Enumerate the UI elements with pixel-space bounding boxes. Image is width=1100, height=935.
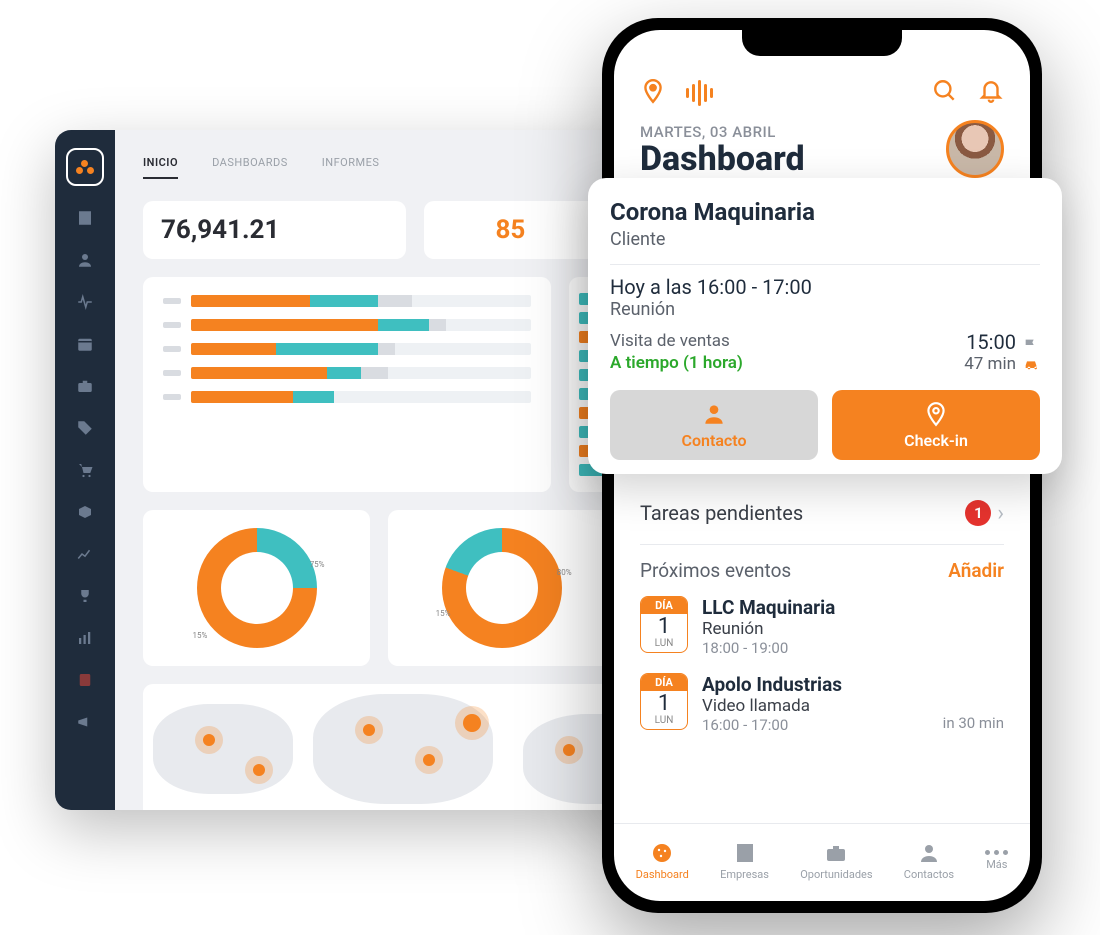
event-detail-card: Corona Maquinaria Cliente Hoy a las 16:0… <box>588 178 1062 474</box>
kpi-value: 76,941.21 <box>161 215 388 245</box>
card-company: Corona Maquinaria <box>610 198 1040 226</box>
event-time: 16:00 - 17:00 <box>702 716 929 734</box>
card-when: Hoy a las 16:00 - 17:00 <box>610 275 1040 299</box>
box-icon[interactable] <box>75 502 95 522</box>
tab-dashboards[interactable]: DASHBOARDS <box>212 156 288 179</box>
user-icon[interactable] <box>75 250 95 270</box>
megaphone-icon[interactable] <box>75 712 95 732</box>
events-section: Próximos eventos Añadir DÍA 1 LUN LLC Ma… <box>640 544 1004 734</box>
briefcase-icon[interactable] <box>75 376 95 396</box>
event-company: LLC Maquinaria <box>702 596 1004 619</box>
add-button[interactable]: Añadir <box>948 559 1004 582</box>
date-label: MARTES, 03 ABRIL <box>640 123 805 141</box>
pending-label: Tareas pendientes <box>640 501 803 525</box>
event-type: Video llamada <box>702 696 929 716</box>
event-eta: in 30 min <box>943 714 1004 732</box>
app-logo[interactable] <box>66 148 104 186</box>
event-time: 18:00 - 19:00 <box>702 639 1004 657</box>
tab-informes[interactable]: INFORMES <box>322 156 380 179</box>
page-title: Dashboard <box>640 141 805 178</box>
phone-tabbar: Dashboard Empresas Oportunidades Contact… <box>614 823 1030 901</box>
bell-icon[interactable] <box>978 78 1004 108</box>
event-type: Reunión <box>702 619 1004 639</box>
kpi-value: 85 <box>442 215 578 245</box>
cart-icon[interactable] <box>75 460 95 480</box>
sidebar <box>55 130 115 810</box>
card-role: Cliente <box>610 229 1040 250</box>
hbar-chart <box>143 277 551 492</box>
report-icon[interactable] <box>75 670 95 690</box>
card-visit-type: Visita de ventas <box>610 331 743 351</box>
tab-oportunidades[interactable]: Oportunidades <box>800 841 872 881</box>
activity-icon[interactable] <box>75 292 95 312</box>
checkin-button[interactable]: Check-in <box>832 390 1040 460</box>
building-icon[interactable] <box>75 208 95 228</box>
phone-notch <box>742 30 902 56</box>
chart-line-icon[interactable] <box>75 544 95 564</box>
donut-chart-1: 75%15% <box>143 510 370 666</box>
tab-contactos[interactable]: Contactos <box>904 841 954 881</box>
event-item[interactable]: DÍA 1 LUN Apolo Industrias Video llamada… <box>640 673 1004 734</box>
tab-empresas[interactable]: Empresas <box>720 841 769 881</box>
more-icon <box>985 850 1008 855</box>
kpi-card-1: 76,941.21 <box>143 201 406 259</box>
date-badge: DÍA 1 LUN <box>640 596 688 653</box>
chevron-right-icon: › <box>997 501 1004 526</box>
bars-icon[interactable] <box>75 628 95 648</box>
event-item[interactable]: DÍA 1 LUN LLC Maquinaria Reunión 18:00 -… <box>640 596 1004 657</box>
avatar[interactable] <box>946 120 1004 178</box>
contacto-button[interactable]: Contacto <box>610 390 818 460</box>
donut-chart-2: 80%15% <box>388 510 615 666</box>
card-ontime: A tiempo (1 hora) <box>610 353 743 373</box>
event-company: Apolo Industrias <box>702 673 929 696</box>
tab-mas[interactable]: Más <box>985 850 1008 871</box>
tab-inicio[interactable]: INICIO <box>143 156 178 179</box>
car-icon <box>1022 356 1040 372</box>
flag-icon <box>1022 334 1040 350</box>
tag-icon[interactable] <box>75 418 95 438</box>
pin-icon[interactable] <box>640 78 666 108</box>
card-duration: 47 min <box>964 354 1016 374</box>
tab-dashboard[interactable]: Dashboard <box>636 841 689 881</box>
kpi-card-2: 85 <box>424 201 596 259</box>
sound-wave-icon[interactable] <box>686 80 713 106</box>
card-type: Reunión <box>610 299 1040 320</box>
date-badge: DÍA 1 LUN <box>640 673 688 730</box>
card-start-time: 15:00 <box>966 330 1016 354</box>
search-icon[interactable] <box>932 78 958 108</box>
trophy-icon[interactable] <box>75 586 95 606</box>
events-header: Próximos eventos <box>640 559 791 582</box>
calendar-icon[interactable] <box>75 334 95 354</box>
pending-tasks-row[interactable]: Tareas pendientes 1 › <box>640 500 1004 544</box>
pending-count-badge: 1 <box>965 500 991 526</box>
